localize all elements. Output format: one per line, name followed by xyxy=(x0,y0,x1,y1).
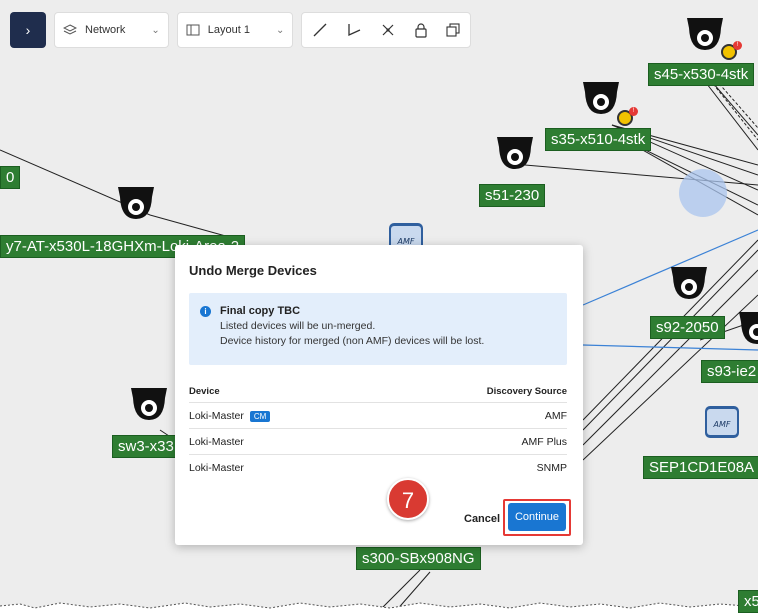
layout-select-value: Layout 1 xyxy=(207,24,250,36)
source-cell: AMF Plus xyxy=(521,435,567,448)
node-label-s92[interactable]: s92-2050 xyxy=(650,316,725,339)
camera-icon[interactable] xyxy=(128,386,170,424)
layout-icon xyxy=(186,24,200,36)
info-title: Final copy TBC xyxy=(220,305,301,317)
cancel-button[interactable]: Cancel xyxy=(458,505,504,533)
node-label-left[interactable]: 0 xyxy=(0,166,21,189)
node-label-s35[interactable]: s35-x510-4stk xyxy=(545,128,652,151)
cm-badge: CM xyxy=(249,410,271,422)
device-name: Loki-Master xyxy=(189,435,244,448)
map-toolbar: › Network ⌄ Layout 1 ⌄ xyxy=(10,10,472,50)
node-label-s93[interactable]: s93-ie2 xyxy=(701,360,758,383)
svg-text:AMF: AMF xyxy=(713,420,731,429)
node-label-sep[interactable]: SEP1CD1E08A xyxy=(643,456,758,479)
camera-icon[interactable] xyxy=(684,16,726,54)
info-icon: i xyxy=(200,306,211,317)
line-tool-icon[interactable] xyxy=(312,22,328,38)
chevron-down-icon: ⌄ xyxy=(275,24,285,36)
expand-panel-button[interactable]: › xyxy=(10,12,46,48)
node-label-x5[interactable]: x5 xyxy=(738,590,758,613)
amf-device-icon[interactable]: AMF xyxy=(702,405,742,439)
dialog-title: Undo Merge Devices xyxy=(189,263,317,278)
view-select[interactable]: Network ⌄ xyxy=(54,12,169,48)
info-message: Device history for merged (non AMF) devi… xyxy=(220,335,485,347)
column-header-source: Discovery Source xyxy=(486,386,567,397)
view-select-value: Network xyxy=(85,24,126,36)
step-number-badge: 7 xyxy=(387,478,429,520)
column-header-device: Device xyxy=(189,386,220,397)
scatter-tool-icon[interactable] xyxy=(380,22,396,38)
camera-icon[interactable] xyxy=(668,265,710,303)
drawing-tools xyxy=(301,12,472,48)
device-name: Loki-Master xyxy=(189,409,244,422)
chevron-right-icon: › xyxy=(25,22,31,38)
device-table: Device Discovery Source Loki-Master CM AM… xyxy=(189,381,567,481)
source-cell: AMF xyxy=(544,409,567,422)
layout-select[interactable]: Layout 1 ⌄ xyxy=(176,12,294,48)
alert-count-icon: ! xyxy=(733,41,742,50)
device-cell: Loki-Master CM xyxy=(189,409,271,422)
chevron-down-icon: ⌄ xyxy=(151,24,160,36)
info-banner: i Final copy TBC Listed devices will be … xyxy=(189,293,567,365)
node-label-sw3[interactable]: sw3-x33 xyxy=(112,435,180,458)
table-header: Device Discovery Source xyxy=(189,381,567,403)
table-row: Loki-Master CM AMF xyxy=(189,403,567,429)
source-cell: SNMP xyxy=(536,462,567,474)
node-label-s51[interactable]: s51-230 xyxy=(479,184,546,207)
selection-halo xyxy=(679,169,727,217)
node-label-s300[interactable]: s300-SBx908NG xyxy=(356,547,481,570)
camera-icon[interactable] xyxy=(115,185,157,223)
info-message: Listed devices will be un-merged. xyxy=(220,320,376,332)
copy-icon[interactable] xyxy=(446,23,460,37)
camera-icon[interactable] xyxy=(580,80,622,118)
node-label-s45[interactable]: s45-x530-4stk xyxy=(648,63,755,86)
table-row: Loki-Master SNMP xyxy=(189,455,567,481)
camera-icon[interactable] xyxy=(494,135,536,173)
camera-icon[interactable] xyxy=(736,310,758,348)
lock-icon[interactable] xyxy=(414,22,428,38)
layers-icon xyxy=(63,24,77,35)
table-row: Loki-Master AMF Plus xyxy=(189,429,567,455)
angle-tool-icon[interactable] xyxy=(346,22,362,38)
alert-count-icon: ! xyxy=(629,107,638,116)
continue-button[interactable]: Continue xyxy=(508,503,566,531)
device-name: Loki-Master xyxy=(189,462,244,474)
